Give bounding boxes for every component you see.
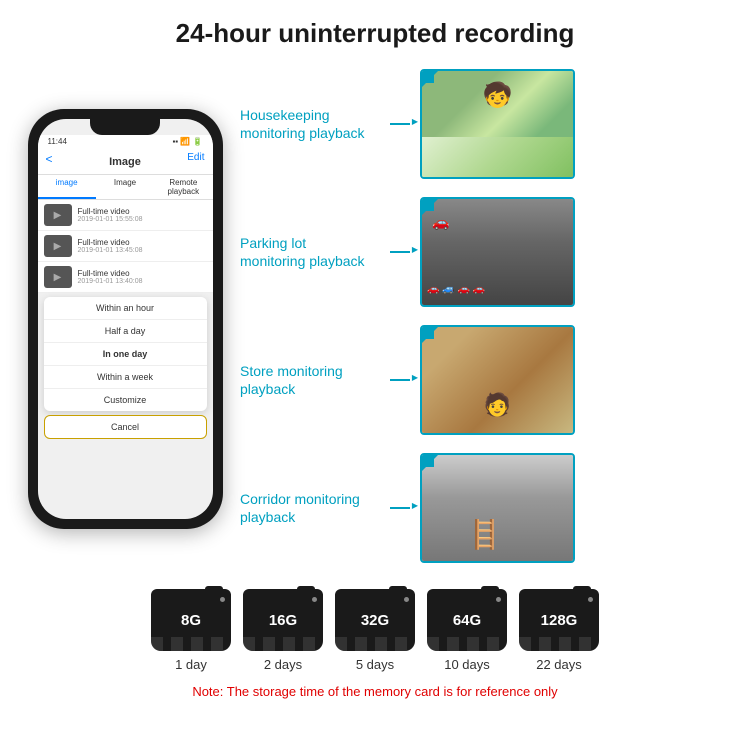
label-store: Store monitoringplayback	[240, 362, 380, 398]
sd-size-32g: 32G	[361, 612, 389, 629]
sd-size-16g: 16G	[269, 612, 297, 629]
monitoring-row-corridor: Corridor monitoringplayback	[240, 448, 730, 568]
dropdown-customize[interactable]: Customize	[44, 389, 207, 411]
tab-image[interactable]: image	[38, 175, 96, 199]
label-parking: Parking lotmonitoring playback	[240, 234, 380, 270]
storage-card-64g: 64G 10 days	[427, 589, 507, 672]
photo-corridor-image	[422, 455, 573, 561]
days-8g: 1 day	[175, 657, 207, 672]
sd-dot	[312, 597, 317, 602]
arrow-store	[390, 379, 410, 381]
monitoring-row-store: Store monitoringplayback	[240, 320, 730, 440]
photo-child-image	[422, 71, 573, 177]
video-info-1: Full-time video 2019-01-01 15:55:08	[78, 207, 207, 223]
corner-br	[422, 71, 434, 83]
video-item-3[interactable]: ▶ Full-time video 2019-01-01 13:40:08	[38, 262, 213, 293]
phone-status-bar: 11:44 ▪▪ 📶 🔋	[38, 135, 213, 148]
page-header: 24-hour uninterrupted recording	[0, 0, 750, 59]
phone-notch	[90, 119, 160, 135]
storage-card-128g: 128G 22 days	[519, 589, 599, 672]
phone-dropdown: Within an hour Half a day In one day Wit…	[44, 297, 207, 411]
monitoring-row-parking: Parking lotmonitoring playback	[240, 192, 730, 312]
days-16g: 2 days	[264, 657, 302, 672]
label-housekeeping: Housekeepingmonitoring playback	[240, 106, 380, 142]
photo-store-image	[422, 327, 573, 433]
sd-card-16g: 16G	[243, 589, 323, 651]
photo-parking	[420, 197, 575, 307]
page-title: 24-hour uninterrupted recording	[20, 18, 730, 49]
corner-br	[422, 327, 434, 339]
arrow-parking	[390, 251, 410, 253]
storage-card-32g: 32G 5 days	[335, 589, 415, 672]
phone-screen: 11:44 ▪▪ 📶 🔋 < Image Edit image Image Re…	[38, 119, 213, 519]
storage-note: Note: The storage time of the memory car…	[192, 684, 557, 699]
sd-size-8g: 8G	[181, 612, 201, 629]
sd-card-32g: 32G	[335, 589, 415, 651]
days-32g: 5 days	[356, 657, 394, 672]
video-list: ▶ Full-time video 2019-01-01 15:55:08 ▶ …	[38, 200, 213, 293]
arrow-housekeeping	[390, 123, 410, 125]
corner-br	[422, 455, 434, 467]
right-section: Housekeepingmonitoring playback Parking …	[240, 59, 730, 579]
sd-dot	[496, 597, 501, 602]
back-button[interactable]: <	[46, 152, 53, 166]
phone-app-header: < Image Edit	[38, 148, 213, 175]
app-title: Image	[109, 156, 141, 168]
photo-store	[420, 325, 575, 435]
sd-dot	[220, 597, 225, 602]
status-time: 11:44	[48, 137, 67, 146]
dropdown-within-week[interactable]: Within a week	[44, 366, 207, 389]
tab-remote[interactable]: Remote playback	[154, 175, 212, 199]
sd-dot	[404, 597, 409, 602]
label-corridor: Corridor monitoringplayback	[240, 490, 380, 526]
main-content: 11:44 ▪▪ 📶 🔋 < Image Edit image Image Re…	[0, 59, 750, 579]
storage-card-8g: 8G 1 day	[151, 589, 231, 672]
video-thumb-3: ▶	[44, 266, 72, 288]
dropdown-in-one-day[interactable]: In one day	[44, 343, 207, 366]
sd-card-8g: 8G	[151, 589, 231, 651]
video-thumb-2: ▶	[44, 235, 72, 257]
sd-card-128g: 128G	[519, 589, 599, 651]
days-128g: 22 days	[536, 657, 582, 672]
days-64g: 10 days	[444, 657, 490, 672]
cancel-button[interactable]: Cancel	[44, 415, 207, 439]
sd-dot	[588, 597, 593, 602]
phone-tabs: image Image Remote playback	[38, 175, 213, 200]
tab-image2[interactable]: Image	[96, 175, 154, 199]
storage-card-16g: 16G 2 days	[243, 589, 323, 672]
phone-section: 11:44 ▪▪ 📶 🔋 < Image Edit image Image Re…	[20, 59, 230, 579]
video-thumb-1: ▶	[44, 204, 72, 226]
sd-size-64g: 64G	[453, 612, 481, 629]
photo-corridor	[420, 453, 575, 563]
video-item-2[interactable]: ▶ Full-time video 2019-01-01 13:45:08	[38, 231, 213, 262]
dropdown-within-hour[interactable]: Within an hour	[44, 297, 207, 320]
video-info-3: Full-time video 2019-01-01 13:40:08	[78, 269, 207, 285]
dropdown-half-day[interactable]: Half a day	[44, 320, 207, 343]
sd-card-64g: 64G	[427, 589, 507, 651]
arrow-corridor	[390, 507, 410, 509]
corner-br	[422, 199, 434, 211]
storage-cards: 8G 1 day 16G 2 days 32G 5 days 64G 10 da…	[151, 589, 599, 672]
video-item-1[interactable]: ▶ Full-time video 2019-01-01 15:55:08	[38, 200, 213, 231]
sd-size-128g: 128G	[541, 612, 578, 629]
storage-section: 8G 1 day 16G 2 days 32G 5 days 64G 10 da…	[0, 579, 750, 704]
monitoring-row-housekeeping: Housekeepingmonitoring playback	[240, 64, 730, 184]
photo-parking-image	[422, 199, 573, 305]
video-info-2: Full-time video 2019-01-01 13:45:08	[78, 238, 207, 254]
edit-button[interactable]: Edit	[187, 152, 204, 163]
phone-mockup: 11:44 ▪▪ 📶 🔋 < Image Edit image Image Re…	[28, 109, 223, 529]
status-icons: ▪▪ 📶 🔋	[172, 137, 202, 146]
photo-housekeeping	[420, 69, 575, 179]
